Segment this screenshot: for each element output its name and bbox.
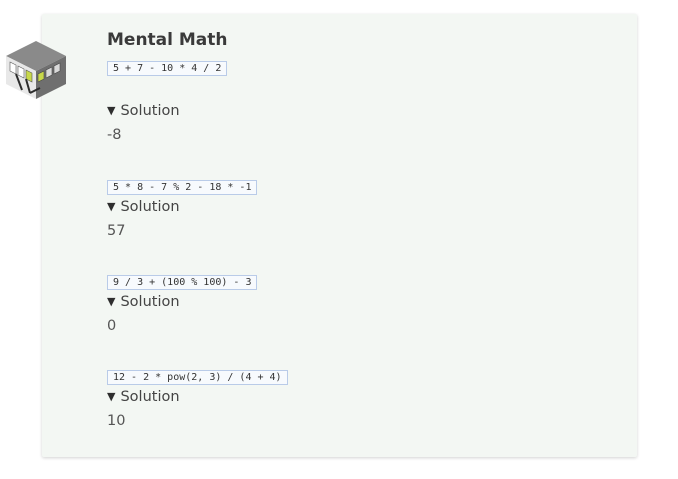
page-title: Mental Math <box>107 30 228 50</box>
rubiks-cube-icon <box>6 41 66 99</box>
triangle-down-icon: ▼ <box>107 104 116 117</box>
solution-toggle[interactable]: ▼ Solution <box>107 293 607 311</box>
solution-answer: 10 <box>107 413 126 429</box>
solution-label: Solution <box>120 199 180 215</box>
expression-code: 5 + 7 - 10 * 4 / 2 <box>107 61 228 76</box>
problem-1: 5 + 7 - 10 * 4 / 2 ▼ Solution -8 <box>107 56 607 144</box>
problem-4: 12 - 2 * pow(2, 3) / (4 + 4) ▼ Solution … <box>107 365 607 430</box>
solution-label: Solution <box>120 294 180 310</box>
triangle-down-icon: ▼ <box>107 295 116 308</box>
triangle-down-icon: ▼ <box>107 200 116 213</box>
solution-answer: -8 <box>107 127 122 143</box>
problem-2: 5 * 8 - 7 % 2 - 18 * -1 ▼ Solution 57 <box>107 175 607 240</box>
solution-label: Solution <box>120 389 180 405</box>
solution-toggle[interactable]: ▼ Solution <box>107 388 607 406</box>
expression-code: 5 * 8 - 7 % 2 - 18 * -1 <box>107 180 258 195</box>
expression-code: 12 - 2 * pow(2, 3) / (4 + 4) <box>107 370 288 385</box>
solution-toggle[interactable]: ▼ Solution <box>107 102 607 120</box>
expression-code: 9 / 3 + (100 % 100) - 3 <box>107 275 258 290</box>
solution-answer: 57 <box>107 223 126 239</box>
main-content: Mental Math 5 + 7 - 10 * 4 / 2 ▼ Solutio… <box>107 30 607 430</box>
solution-toggle[interactable]: ▼ Solution <box>107 198 607 216</box>
triangle-down-icon: ▼ <box>107 390 116 403</box>
solution-label: Solution <box>120 103 180 119</box>
solution-answer: 0 <box>107 318 117 334</box>
problem-3: 9 / 3 + (100 % 100) - 3 ▼ Solution 0 <box>107 270 607 335</box>
